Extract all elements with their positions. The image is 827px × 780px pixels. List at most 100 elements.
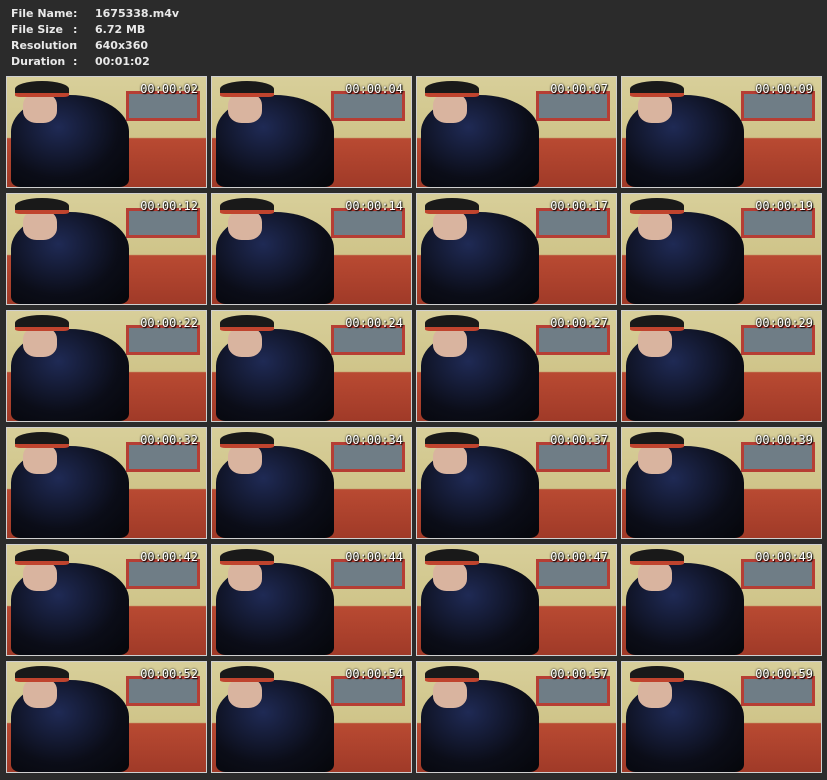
- frame-timestamp: 00:00:39: [755, 433, 813, 447]
- cap-shape: [15, 432, 69, 448]
- frame-timestamp: 00:00:09: [755, 82, 813, 96]
- video-frame-thumbnail[interactable]: 00:00:42: [6, 544, 207, 656]
- cap-shape: [630, 432, 684, 448]
- file-size-label: File Size: [11, 23, 63, 36]
- video-frame-thumbnail[interactable]: 00:00:14: [211, 193, 412, 305]
- face-shape: [433, 93, 467, 123]
- cap-shape: [15, 666, 69, 682]
- file-name-value: 1675338.m4v: [95, 7, 180, 20]
- face-shape: [433, 327, 467, 357]
- frame-timestamp: 00:00:29: [755, 316, 813, 330]
- frame-timestamp: 00:00:34: [345, 433, 403, 447]
- video-frame-thumbnail[interactable]: 00:00:29: [621, 310, 822, 422]
- face-shape: [228, 93, 262, 123]
- video-frame-thumbnail[interactable]: 00:00:27: [416, 310, 617, 422]
- face-shape: [23, 93, 57, 123]
- cap-shape: [220, 432, 274, 448]
- cap-shape: [425, 666, 479, 682]
- separator: :: [73, 23, 78, 36]
- frame-timestamp: 00:00:24: [345, 316, 403, 330]
- video-frame-thumbnail[interactable]: 00:00:22: [6, 310, 207, 422]
- face-shape: [23, 678, 57, 708]
- video-frame-thumbnail[interactable]: 00:00:54: [211, 661, 412, 773]
- video-frame-thumbnail[interactable]: 00:00:32: [6, 427, 207, 539]
- frame-timestamp: 00:00:04: [345, 82, 403, 96]
- cap-shape: [425, 198, 479, 214]
- frame-timestamp: 00:00:12: [140, 199, 198, 213]
- file-name-row: File Name : 1675338.m4v: [11, 6, 179, 22]
- video-frame-thumbnail[interactable]: 00:00:49: [621, 544, 822, 656]
- cap-shape: [220, 315, 274, 331]
- cap-shape: [220, 666, 274, 682]
- cap-shape: [220, 549, 274, 565]
- file-name-label: File Name: [11, 7, 73, 20]
- cap-shape: [15, 549, 69, 565]
- frame-timestamp: 00:00:59: [755, 667, 813, 681]
- frame-timestamp: 00:00:27: [550, 316, 608, 330]
- video-frame-thumbnail[interactable]: 00:00:57: [416, 661, 617, 773]
- frame-timestamp: 00:00:37: [550, 433, 608, 447]
- face-shape: [433, 444, 467, 474]
- separator: :: [73, 55, 78, 68]
- video-frame-thumbnail[interactable]: 00:00:37: [416, 427, 617, 539]
- cap-shape: [425, 315, 479, 331]
- face-shape: [638, 210, 672, 240]
- cap-shape: [630, 81, 684, 97]
- frame-timestamp: 00:00:14: [345, 199, 403, 213]
- cap-shape: [630, 315, 684, 331]
- video-frame-thumbnail[interactable]: 00:00:17: [416, 193, 617, 305]
- frame-timestamp: 00:00:44: [345, 550, 403, 564]
- frame-timestamp: 00:00:57: [550, 667, 608, 681]
- resolution-row: Resolution : 640x360: [11, 38, 179, 54]
- face-shape: [638, 561, 672, 591]
- frame-timestamp: 00:00:49: [755, 550, 813, 564]
- video-frame-thumbnail[interactable]: 00:00:04: [211, 76, 412, 188]
- resolution-value: 640x360: [95, 39, 149, 52]
- cap-shape: [220, 81, 274, 97]
- video-frame-thumbnail[interactable]: 00:00:47: [416, 544, 617, 656]
- face-shape: [228, 561, 262, 591]
- face-shape: [228, 444, 262, 474]
- video-frame-thumbnail[interactable]: 00:00:12: [6, 193, 207, 305]
- video-frame-thumbnail[interactable]: 00:00:52: [6, 661, 207, 773]
- cap-shape: [15, 315, 69, 331]
- frame-timestamp: 00:00:07: [550, 82, 608, 96]
- face-shape: [638, 678, 672, 708]
- cap-shape: [15, 81, 69, 97]
- cap-shape: [425, 432, 479, 448]
- cap-shape: [425, 81, 479, 97]
- thumbnail-grid: 00:00:02 00:00:04 00:00:07 00:00:09 00:00:12…: [6, 76, 822, 773]
- cap-shape: [630, 666, 684, 682]
- video-frame-thumbnail[interactable]: 00:00:59: [621, 661, 822, 773]
- video-frame-thumbnail[interactable]: 00:00:44: [211, 544, 412, 656]
- frame-timestamp: 00:00:42: [140, 550, 198, 564]
- file-size-row: File Size : 6.72 MB: [11, 22, 179, 38]
- cap-shape: [425, 549, 479, 565]
- video-frame-thumbnail[interactable]: 00:00:07: [416, 76, 617, 188]
- video-frame-thumbnail[interactable]: 00:00:24: [211, 310, 412, 422]
- duration-label: Duration: [11, 55, 66, 68]
- frame-timestamp: 00:00:17: [550, 199, 608, 213]
- video-frame-thumbnail[interactable]: 00:00:09: [621, 76, 822, 188]
- video-frame-thumbnail[interactable]: 00:00:39: [621, 427, 822, 539]
- face-shape: [638, 444, 672, 474]
- video-frame-thumbnail[interactable]: 00:00:02: [6, 76, 207, 188]
- frame-timestamp: 00:00:22: [140, 316, 198, 330]
- file-size-value: 6.72 MB: [95, 23, 146, 36]
- face-shape: [228, 327, 262, 357]
- face-shape: [638, 93, 672, 123]
- video-frame-thumbnail[interactable]: 00:00:19: [621, 193, 822, 305]
- file-info: File Name : 1675338.m4v File Size : 6.72…: [11, 6, 179, 70]
- cap-shape: [15, 198, 69, 214]
- face-shape: [23, 561, 57, 591]
- face-shape: [433, 678, 467, 708]
- frame-timestamp: 00:00:52: [140, 667, 198, 681]
- video-frame-thumbnail[interactable]: 00:00:34: [211, 427, 412, 539]
- face-shape: [23, 327, 57, 357]
- cap-shape: [220, 198, 274, 214]
- duration-value: 00:01:02: [95, 55, 150, 68]
- face-shape: [23, 210, 57, 240]
- face-shape: [228, 210, 262, 240]
- frame-timestamp: 00:00:47: [550, 550, 608, 564]
- separator: :: [73, 7, 78, 20]
